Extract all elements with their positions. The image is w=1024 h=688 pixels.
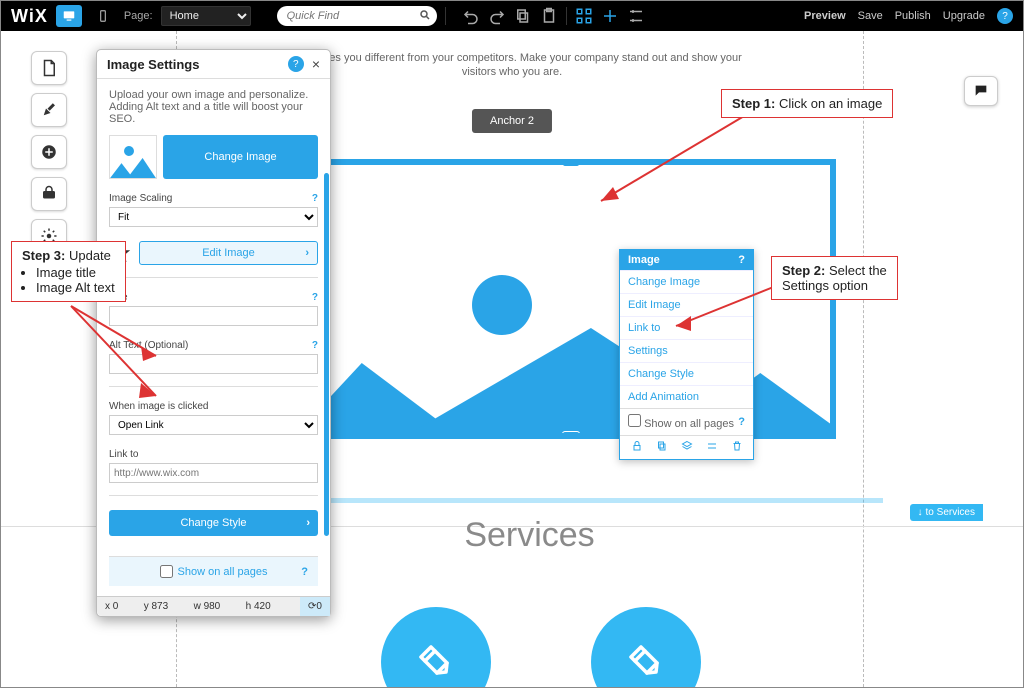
- annotation-step2: Step 2: Select theSettings option: [771, 256, 898, 300]
- tool-rail: [31, 51, 67, 253]
- snap-icon[interactable]: [601, 7, 619, 25]
- ctx-show-checkbox[interactable]: [628, 414, 641, 427]
- context-menu-header: Image?: [620, 250, 753, 270]
- undo-icon[interactable]: [462, 7, 480, 25]
- link-label: Link to: [109, 449, 138, 460]
- context-help-icon[interactable]: ?: [738, 254, 745, 266]
- ctx-lock-icon[interactable]: [631, 440, 643, 455]
- help-icon[interactable]: ?: [997, 8, 1013, 24]
- pages-tool-icon[interactable]: [31, 51, 67, 85]
- annotation-arrow-1: [571, 101, 771, 221]
- to-services-anchor[interactable]: ↓to Services: [910, 504, 983, 521]
- app-market-tool-icon[interactable]: [31, 177, 67, 211]
- preview-button[interactable]: Preview: [804, 10, 846, 22]
- status-angle: ⟳ 0: [300, 597, 330, 616]
- panel-description: Upload your own image and personalize. A…: [109, 89, 318, 125]
- guide-right: [863, 31, 864, 687]
- ctx-settings[interactable]: Settings: [620, 339, 753, 362]
- service-icon-1[interactable]: [381, 607, 491, 688]
- scaling-help-icon[interactable]: ?: [312, 193, 318, 204]
- status-x: x 0: [105, 601, 118, 612]
- mobile-view-button[interactable]: [90, 5, 116, 27]
- service-icon-2[interactable]: [591, 607, 701, 688]
- scrollbar[interactable]: [324, 173, 329, 536]
- status-y: y 873: [144, 601, 168, 612]
- redo-icon[interactable]: [488, 7, 506, 25]
- annotation-step1: Step 1: Click on an image: [721, 89, 893, 118]
- anchor-chip[interactable]: Anchor 2: [472, 109, 552, 133]
- link-input[interactable]: [109, 463, 318, 483]
- design-tool-icon[interactable]: [31, 93, 67, 127]
- ruler-icon[interactable]: [575, 7, 593, 25]
- feedback-button[interactable]: [964, 76, 998, 106]
- title-help-icon[interactable]: ?: [312, 292, 318, 303]
- publish-button[interactable]: Publish: [895, 10, 931, 22]
- change-style-button[interactable]: Change Style: [109, 510, 318, 536]
- status-h: h 420: [246, 601, 271, 612]
- add-tool-icon[interactable]: [31, 135, 67, 169]
- edit-image-button[interactable]: Edit Image: [139, 241, 318, 265]
- image-thumbnail: [109, 135, 157, 179]
- status-bar: x 0 y 873 w 980 h 420 ⟳ 0: [97, 596, 330, 616]
- desktop-view-button[interactable]: [56, 5, 82, 27]
- brand-logo: WiX: [11, 6, 48, 27]
- search-icon[interactable]: [419, 9, 431, 24]
- ctx-show-on-all-pages[interactable]: Show on all pages ?: [620, 408, 753, 435]
- scaling-label: Image Scaling: [109, 193, 172, 204]
- page-label: Page:: [124, 10, 153, 22]
- top-toolbar: WiX Page: Home Preview: [1, 1, 1023, 31]
- scaling-select[interactable]: Fit: [109, 207, 318, 227]
- alt-help-icon[interactable]: ?: [312, 340, 318, 351]
- ctx-arrange-icon[interactable]: [706, 440, 718, 455]
- annotation-step3: Step 3: Update Image title Image Alt tex…: [11, 241, 126, 302]
- upgrade-button[interactable]: Upgrade: [943, 10, 985, 22]
- ctx-copy-icon[interactable]: [656, 440, 668, 455]
- grid-icon[interactable]: [627, 7, 645, 25]
- ctx-add-animation[interactable]: Add Animation: [620, 385, 753, 408]
- annotation-arrow-3b: [61, 301, 171, 421]
- show-on-all-pages-row[interactable]: Show on all pages ?: [109, 556, 318, 586]
- panel-title: Image Settings: [107, 57, 288, 72]
- copy-icon[interactable]: [514, 7, 532, 25]
- paste-icon[interactable]: [540, 7, 558, 25]
- save-button[interactable]: Save: [858, 10, 883, 22]
- panel-help-icon[interactable]: ?: [288, 56, 304, 72]
- ctx-layers-icon[interactable]: [681, 440, 693, 455]
- ctx-change-style[interactable]: Change Style: [620, 362, 753, 385]
- change-image-button[interactable]: Change Image: [163, 135, 318, 179]
- close-icon[interactable]: ×: [312, 56, 320, 72]
- quick-find-input[interactable]: [277, 6, 437, 26]
- resize-handle-bottom[interactable]: [562, 431, 580, 439]
- page-select[interactable]: Home: [161, 6, 251, 26]
- status-w: w 980: [194, 601, 221, 612]
- show-on-all-pages-checkbox[interactable]: [160, 565, 173, 578]
- ctx-delete-icon[interactable]: [731, 440, 743, 455]
- show-all-help-icon[interactable]: ?: [301, 566, 308, 578]
